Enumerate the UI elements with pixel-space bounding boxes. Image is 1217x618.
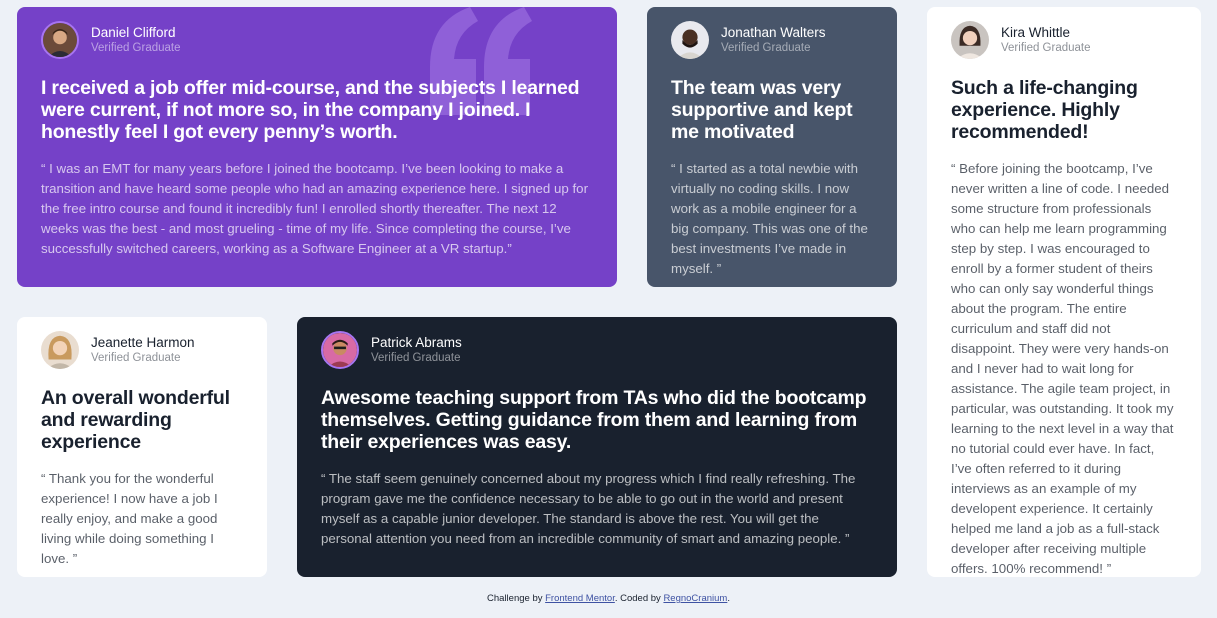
testimonial-headline: Awesome teaching support from TAs who di… bbox=[321, 387, 867, 453]
author-role: Verified Graduate bbox=[721, 41, 811, 54]
author-name: Jeanette Harmon bbox=[91, 334, 195, 350]
testimonial-body: “ I started as a total newbie with virtu… bbox=[671, 161, 868, 276]
testimonial-headline: I received a job offer mid-course, and t… bbox=[41, 77, 580, 143]
testimonial-body: “ I was an EMT for many years before I j… bbox=[41, 161, 589, 256]
author-info: Kira Whittle Verified Graduate bbox=[951, 21, 1177, 59]
author-info: Jeanette Harmon Verified Graduate bbox=[41, 331, 243, 369]
testimonial-headline: Such a life-changing experience. Highly … bbox=[951, 77, 1138, 143]
author-info: Patrick Abrams Verified Graduate bbox=[321, 331, 873, 369]
avatar bbox=[41, 21, 79, 59]
testimonial-card-jeanette: Jeanette Harmon Verified Graduate An ove… bbox=[17, 317, 267, 577]
testimonial-card-jonathan: Jonathan Walters Verified Graduate The t… bbox=[647, 7, 897, 287]
testimonial-headline: The team was very supportive and kept me… bbox=[671, 77, 853, 143]
testimonial-body: “ Before joining the bootcamp, I’ve neve… bbox=[951, 161, 1174, 576]
testimonial-body: “ Thank you for the wonderful experience… bbox=[41, 471, 218, 566]
testimonial-headline: An overall wonderful and rewarding exper… bbox=[41, 387, 230, 453]
author-name: Jonathan Walters bbox=[721, 24, 826, 40]
testimonial-body: “ The staff seem genuinely concerned abo… bbox=[321, 471, 856, 546]
author-name: Kira Whittle bbox=[1001, 24, 1071, 40]
avatar bbox=[41, 331, 79, 369]
attribution-middle: . Coded by bbox=[614, 593, 664, 604]
frontend-mentor-link[interactable]: Frontend Mentor bbox=[545, 593, 615, 604]
avatar bbox=[321, 331, 359, 369]
author-name: Daniel Clifford bbox=[91, 24, 176, 40]
author-role: Verified Graduate bbox=[91, 351, 181, 364]
author-info: Daniel Clifford Verified Graduate bbox=[41, 21, 593, 59]
attribution-prefix: Challenge by bbox=[487, 593, 546, 604]
author-role: Verified Graduate bbox=[371, 351, 461, 364]
author-role: Verified Graduate bbox=[91, 41, 181, 54]
testimonial-card-kira: Kira Whittle Verified Graduate Such a li… bbox=[927, 7, 1201, 577]
coder-link[interactable]: RegnoCranium bbox=[663, 593, 727, 604]
avatar bbox=[671, 21, 709, 59]
author-info: Jonathan Walters Verified Graduate bbox=[671, 21, 873, 59]
testimonial-card-patrick: Patrick Abrams Verified Graduate Awesome… bbox=[297, 317, 897, 577]
author-name: Patrick Abrams bbox=[371, 334, 462, 350]
attribution-footer: Challenge by Frontend Mentor. Coded by R… bbox=[0, 593, 1217, 604]
testimonial-card-daniel: Daniel Clifford Verified Graduate I rece… bbox=[17, 7, 617, 287]
avatar bbox=[951, 21, 989, 59]
author-role: Verified Graduate bbox=[1001, 41, 1091, 54]
attribution-suffix: . bbox=[727, 593, 730, 604]
